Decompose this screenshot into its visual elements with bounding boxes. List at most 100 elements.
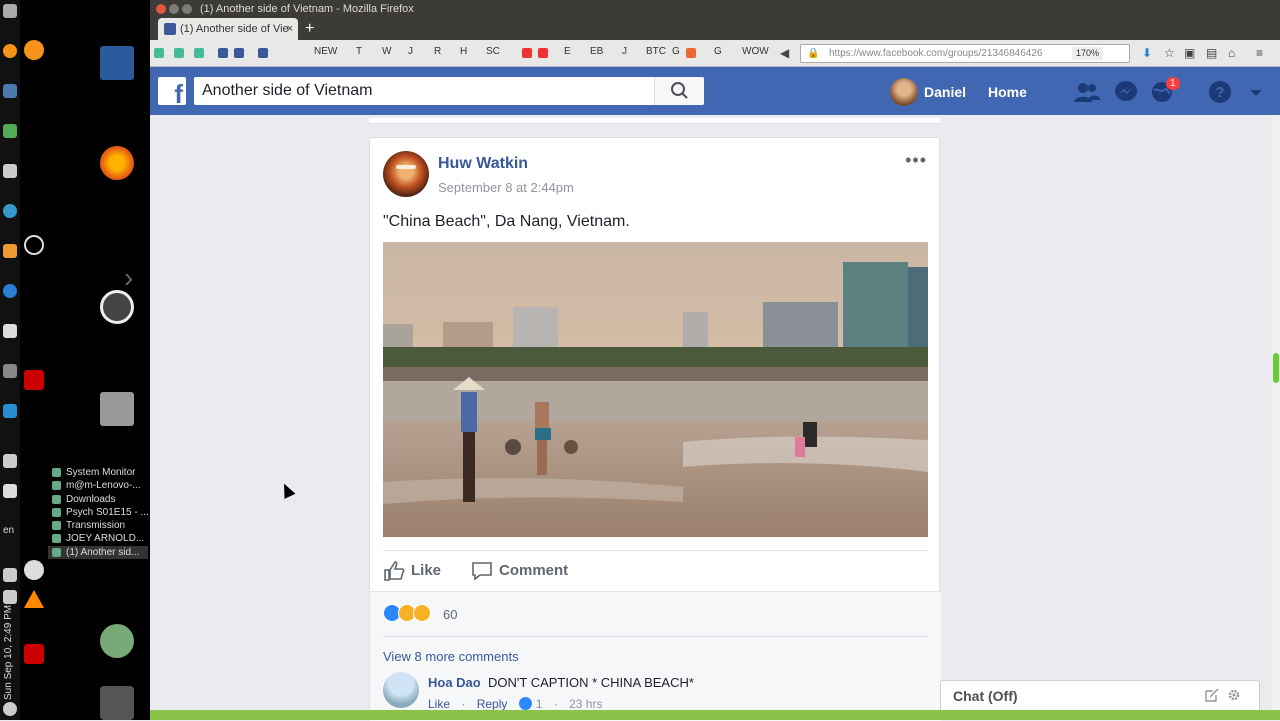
horizontal-scrollbar[interactable] [150,710,1280,720]
chevron-right-icon[interactable]: › [124,262,133,294]
app-icon[interactable] [3,164,17,178]
bookmark-item[interactable]: BTC [646,46,666,57]
search-input[interactable] [194,77,644,105]
monitor-icon[interactable] [3,324,17,338]
comment-reply-link[interactable]: Reply [477,697,508,711]
taskbar-item[interactable]: Downloads [48,493,148,506]
bookmark-folder-icon[interactable] [194,48,204,58]
comment-time[interactable]: 23 hrs [569,697,602,711]
facebook-logo-icon[interactable]: f [158,77,186,105]
gmail-bookmark-icon[interactable] [522,48,532,58]
pocket-icon[interactable]: ▣ [1184,46,1195,60]
wifi-icon[interactable] [3,484,17,498]
post-author[interactable]: Huw Watkin [438,155,528,173]
post-options-icon[interactable]: ••• [905,150,927,171]
comment-like-link[interactable]: Like [428,697,450,711]
maximize-window-button[interactable] [182,4,192,14]
filezilla-icon[interactable] [24,644,44,664]
bookmark-item[interactable]: E [564,46,571,57]
bookmark-item[interactable]: W [382,46,391,57]
close-window-button[interactable] [156,4,166,14]
menu-icon[interactable] [3,4,17,18]
app-icon[interactable] [3,364,17,378]
bookmark-icon[interactable] [686,48,696,58]
view-more-comments-link[interactable]: View 8 more comments [383,649,519,664]
messenger-icon[interactable] [1114,80,1140,104]
scrollbar-thumb[interactable] [1273,353,1279,383]
taskbar-item-active[interactable]: (1) Another sid... [48,545,148,560]
writer-icon[interactable] [100,46,134,80]
bookmark-item[interactable]: G [714,46,722,57]
taskbar-item[interactable]: JOEY ARNOLD... [48,532,148,545]
calculator-icon[interactable] [3,84,17,98]
facebook-bookmark-icon[interactable] [218,48,228,58]
taskbar-item[interactable]: System Monitor [48,466,148,479]
url-bar[interactable]: 🔒 https://www.facebook.com/groups/213468… [800,44,1130,63]
star-icon[interactable]: ☆ [1164,46,1175,60]
app-icon[interactable] [3,244,17,258]
bookmark-item[interactable]: J [408,46,413,57]
hamburger-menu-icon[interactable]: ≡ [1256,46,1263,60]
facebook-bookmark-icon[interactable] [234,48,244,58]
filezilla-icon[interactable] [24,370,44,390]
bookmark-folder-icon[interactable] [154,48,164,58]
bookmark-item[interactable]: SC [486,46,500,57]
bookmark-item[interactable]: J [622,46,627,57]
post-photo[interactable] [383,242,928,537]
taskbar-item[interactable]: m@m-Lenovo-... [48,479,148,492]
post-timestamp[interactable]: September 8 at 2:44pm [438,180,574,195]
home-link[interactable]: Home [988,78,1027,106]
profile-link[interactable]: Daniel [890,78,966,106]
bookmark-item[interactable]: R [434,46,441,57]
like-button[interactable]: Like [383,561,441,581]
bluetooth-icon[interactable] [3,454,17,468]
app-icon[interactable] [3,404,17,418]
facebook-bookmark-icon[interactable] [258,48,268,58]
taskbar-item[interactable]: Psych S01E15 - ... [48,506,148,519]
bookmark-item[interactable]: WOW [742,46,769,57]
bookmark-item[interactable]: G [672,46,680,57]
bitcoin-icon[interactable] [3,44,17,58]
ubuntu-icon[interactable] [100,290,134,324]
comment-author[interactable]: Hoa Dao [428,675,481,690]
language-indicator[interactable]: en [3,525,14,536]
coin-icon[interactable] [24,560,44,580]
new-tab-button[interactable]: + [305,18,314,40]
bookmark-item[interactable]: H [460,46,467,57]
friend-requests-icon[interactable] [1074,80,1100,104]
power-icon[interactable] [3,702,17,716]
comment-button[interactable]: Comment [471,561,568,581]
bitcoin-icon[interactable] [24,40,44,60]
bookmark-folder-icon[interactable] [174,48,184,58]
bookmark-item[interactable]: EB [590,46,603,57]
gear-icon[interactable] [1227,688,1241,702]
chat-bar[interactable]: Chat (Off) [940,680,1260,712]
obs-icon[interactable] [24,235,44,255]
compose-icon[interactable] [1205,688,1219,702]
youtube-icon[interactable]: ▤ [1206,46,1217,60]
minimize-window-button[interactable] [169,4,179,14]
close-tab-icon[interactable]: × [287,18,293,40]
commenter-avatar[interactable] [383,672,419,708]
download-icon[interactable]: ⬇ [1142,46,1152,60]
bookmark-item[interactable]: NEW [314,46,337,57]
browser-tab[interactable]: (1) Another side of Vie × [158,18,298,40]
trash-icon[interactable] [100,686,134,720]
help-icon[interactable]: ? [1208,80,1234,104]
account-menu-chevron-down-icon[interactable] [1248,80,1264,104]
home-icon[interactable]: ⌂ [1228,46,1235,60]
vlc-icon[interactable] [24,590,44,608]
user-icon[interactable] [100,624,134,658]
back-arrow-icon[interactable]: ◀ [780,46,789,60]
clock[interactable]: Sun Sep 10, 2:49 PM [3,600,17,700]
files-icon[interactable] [3,124,17,138]
bookmark-item[interactable]: T [356,46,362,57]
taskbar-item[interactable]: Transmission [48,519,148,532]
zoom-level[interactable]: 170% [1071,47,1103,60]
youtube-bookmark-icon[interactable] [538,48,548,58]
browser-icon[interactable] [3,204,17,218]
archive-icon[interactable] [100,392,134,426]
search-button[interactable] [654,77,704,105]
volume-icon[interactable] [3,568,17,582]
author-avatar[interactable] [383,151,429,197]
